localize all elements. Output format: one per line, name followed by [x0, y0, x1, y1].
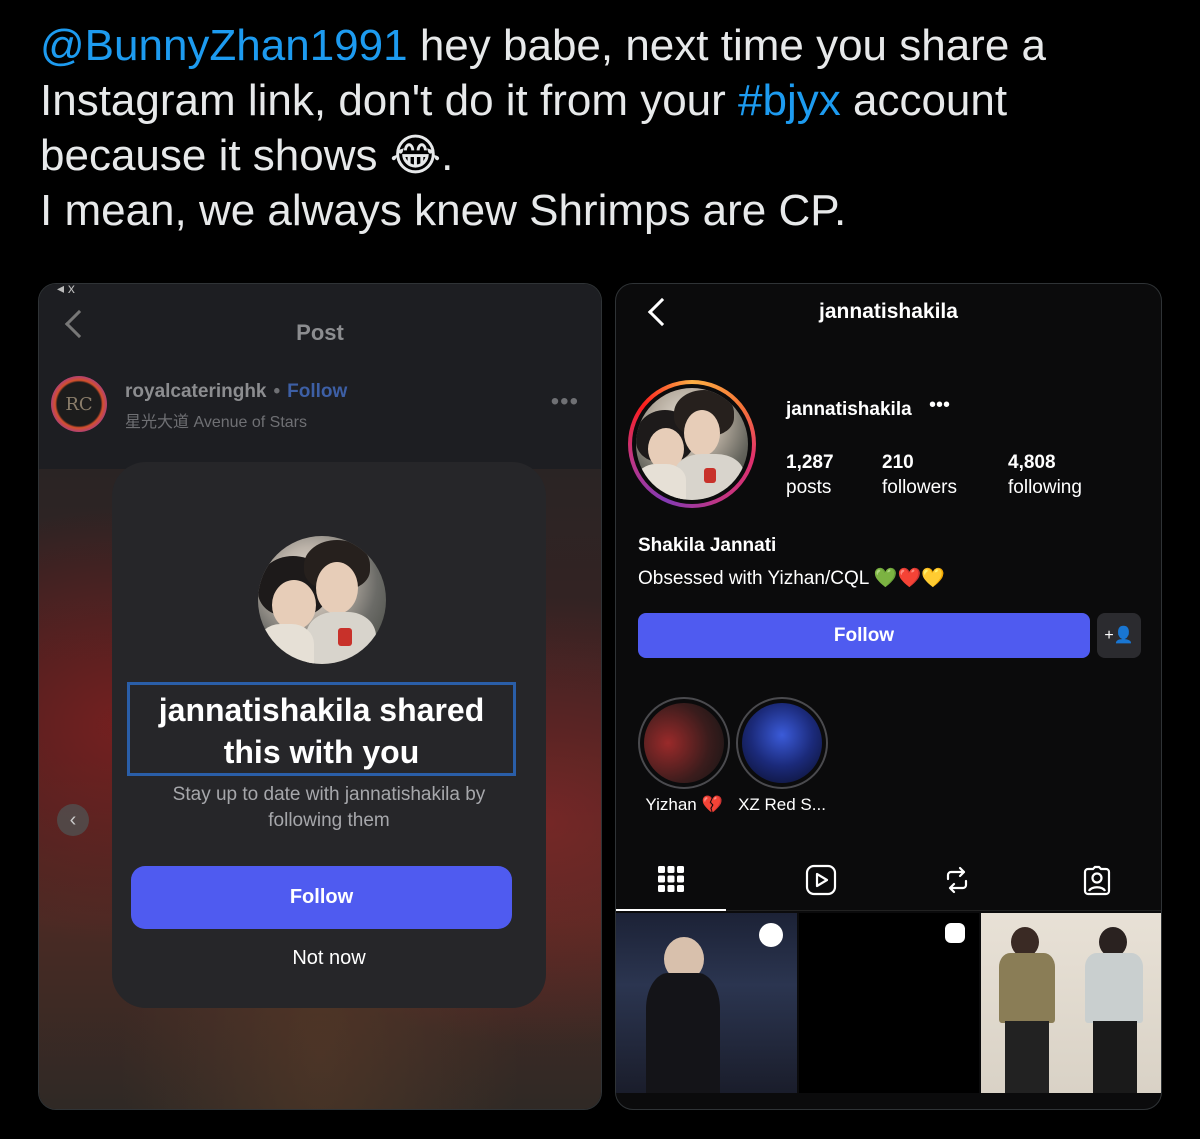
modal-follow-button[interactable]: Follow [131, 866, 512, 929]
modal-title: jannatishakila shared this with you [158, 692, 485, 770]
carousel-icon [945, 923, 965, 943]
separator-dot: • [273, 381, 281, 402]
profile-username: jannatishakila [786, 399, 912, 420]
add-user-icon[interactable]: +👤 [1097, 613, 1141, 658]
post-header: ◂ x Post RC royalcateringhk • Follow 星光大道 … [39, 284, 601, 469]
grid-post-2[interactable] [799, 913, 979, 1093]
grid-icon[interactable] [616, 849, 726, 911]
tweet-line1: hey babe, next time you share a [407, 21, 1046, 70]
more-options-icon[interactable]: ••• [551, 388, 579, 416]
profile-header-title: jannatishakila [819, 300, 958, 323]
tweet-line3-end: . [441, 131, 454, 180]
not-now-button[interactable]: Not now [112, 947, 546, 970]
profile-tabs [616, 849, 1161, 911]
profile-bio: Obsessed with Yizhan/CQL 💚❤️💛 [638, 568, 945, 589]
status-bar: ◂ x [57, 283, 75, 296]
grid-post-1[interactable] [616, 913, 797, 1093]
laughing-emoji-icon: 😂 [389, 131, 442, 180]
profile-follow-button[interactable]: Follow [638, 613, 1090, 658]
hashtag-link[interactable]: #bjyx [738, 76, 841, 125]
mention-link[interactable]: @BunnyZhan1991 [40, 21, 408, 70]
profile-avatar[interactable] [628, 380, 756, 508]
tweet-line2-end: account [840, 76, 1008, 125]
profile-name: Shakila Jannati [638, 535, 777, 556]
reposts-icon[interactable] [902, 849, 1012, 911]
video-icon [759, 923, 783, 947]
post-grid [616, 913, 1161, 1109]
following-count: 4,808 [1008, 452, 1056, 473]
reels-icon[interactable] [766, 849, 876, 911]
carousel-prev-icon[interactable]: ‹ [57, 804, 89, 836]
followers-stat[interactable]: 210 followers [882, 450, 957, 500]
poster-username[interactable]: royalcateringhk [125, 381, 267, 402]
tweet-line3: because it shows [40, 131, 390, 180]
profile-more-icon[interactable]: ••• [929, 394, 950, 417]
posts-count: 1,287 [786, 452, 834, 473]
left-screenshot: ◂ x Post RC royalcateringhk • Follow 星光大道 … [38, 283, 602, 1110]
share-modal: jannatishakila shared this with you Stay… [112, 462, 546, 1008]
follow-link[interactable]: Follow [287, 381, 347, 402]
tweet-line2: Instagram link, don't do it from your [40, 76, 739, 125]
tweet-text: @BunnyZhan1991 hey babe, next time you s… [40, 18, 1160, 238]
posts-label: posts [786, 477, 832, 498]
followers-label: followers [882, 477, 957, 498]
highlight-xz-red[interactable]: XZ Red S... [736, 697, 828, 815]
poster-info: royalcateringhk • Follow [125, 381, 347, 403]
modal-title-box: jannatishakila shared this with you [127, 682, 516, 776]
following-stat[interactable]: 4,808 following [1008, 450, 1082, 500]
sharer-avatar [258, 536, 386, 664]
followers-count: 210 [882, 452, 914, 473]
posts-stat[interactable]: 1,287 posts [786, 450, 834, 500]
highlight-label: XZ Red S... [738, 795, 826, 814]
following-label: following [1008, 477, 1082, 498]
poster-avatar[interactable]: RC [51, 376, 107, 432]
grid-post-3[interactable] [981, 913, 1161, 1093]
modal-subtitle: Stay up to date with jannatishakila by f… [172, 784, 486, 831]
highlight-label: Yizhan 💔 [645, 795, 723, 814]
post-location[interactable]: 星光大道 Avenue of Stars [125, 408, 307, 432]
page-title: Post [296, 320, 344, 345]
highlight-yizhan[interactable]: Yizhan 💔 [638, 697, 730, 815]
tweet-line4: I mean, we always knew Shrimps are CP. [40, 186, 847, 235]
right-screenshot: jannatishakila jannatishakila ••• 1,287 … [615, 283, 1162, 1110]
tagged-icon[interactable] [1042, 849, 1152, 911]
